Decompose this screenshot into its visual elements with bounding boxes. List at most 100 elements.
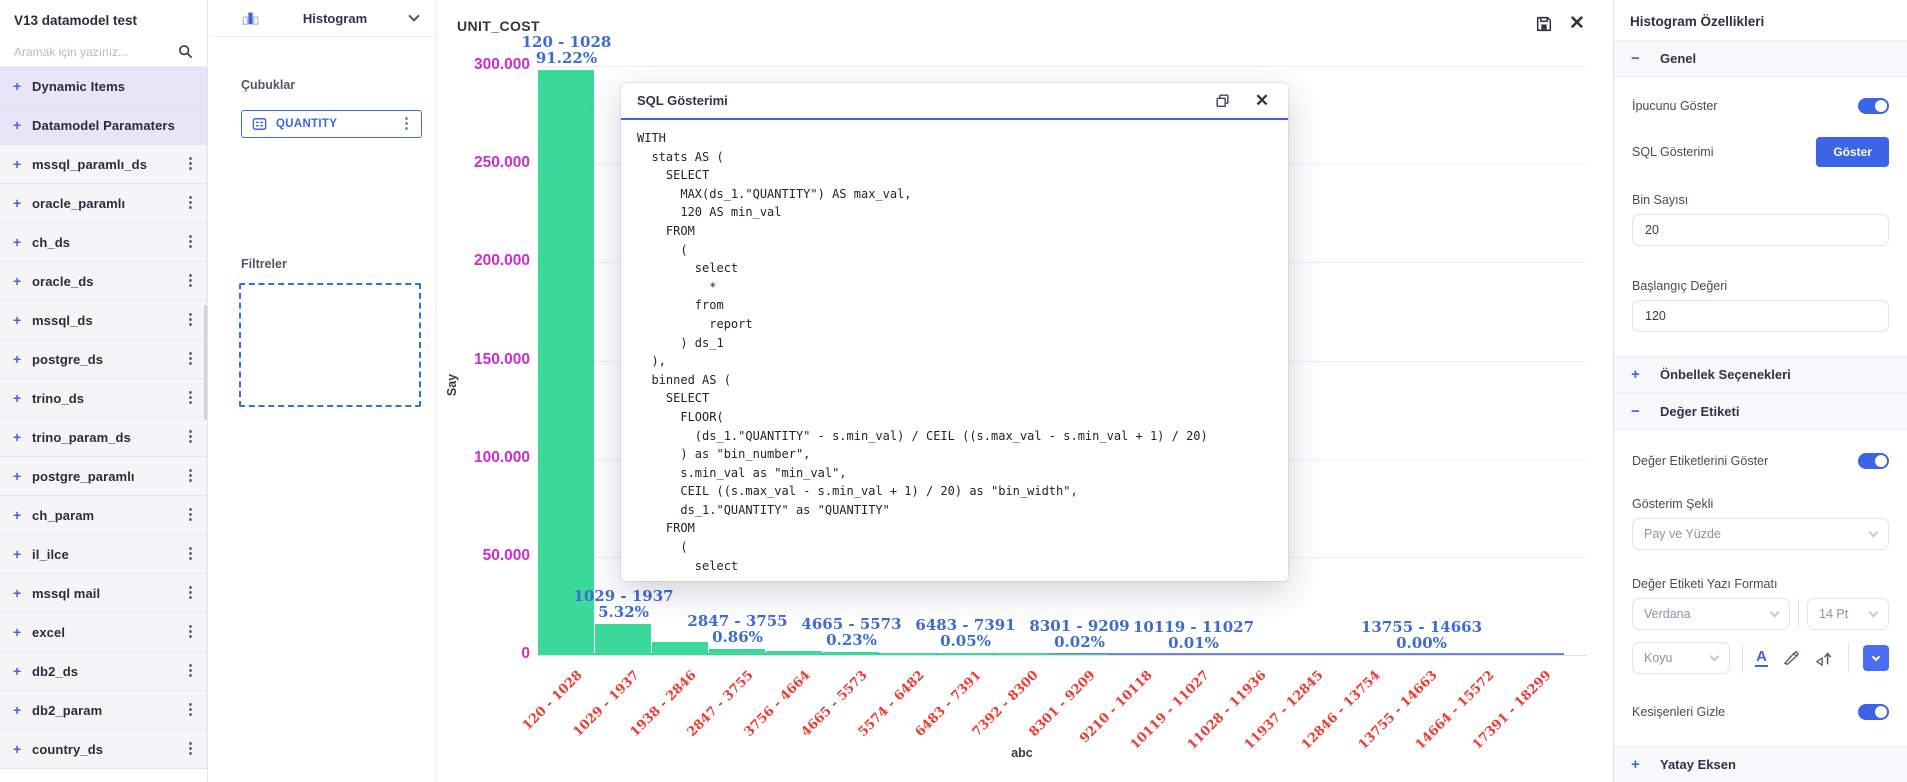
section-deger-etiketi[interactable]: − Değer Etiketi [1614, 393, 1907, 430]
kebab-menu-icon[interactable]: ⋮ [183, 156, 198, 171]
kebab-menu-icon[interactable]: ⋮ [183, 195, 198, 210]
expand-plus-icon[interactable]: + [13, 468, 32, 484]
sql-preview-modal: SQL Gösterimi ✕ WITH stats AS ( SELECT M… [621, 83, 1288, 581]
chart-type-dropdown[interactable]: Histogram [209, 0, 436, 37]
kebab-menu-icon[interactable]: ⋮ [183, 273, 198, 288]
sidebar-item[interactable]: + mssql_ds ⋮ [0, 301, 207, 340]
expand-plus-icon[interactable]: + [13, 273, 32, 289]
field-chip-menu-icon[interactable]: ⋮ [399, 116, 414, 131]
start-value-label: Başlangıç Değeri [1632, 279, 1728, 293]
font-size-select[interactable]: 14 Pt [1807, 598, 1889, 630]
expand-plus-icon[interactable]: + [13, 663, 32, 679]
sidebar-item[interactable]: + excel ⋮ [0, 613, 207, 652]
kebab-menu-icon[interactable]: ⋮ [183, 624, 198, 639]
section-onbellek[interactable]: + Önbellek Seçenekleri [1614, 356, 1907, 393]
search-input[interactable] [14, 44, 178, 59]
text-rotate-icon[interactable] [1814, 649, 1834, 667]
kebab-menu-icon[interactable]: ⋮ [183, 702, 198, 717]
sidebar-item[interactable]: + il_ilce ⋮ [0, 535, 207, 574]
expand-plus-icon[interactable]: + [13, 234, 32, 250]
sidebar-scrollbar[interactable] [204, 305, 207, 420]
bin-count-input[interactable] [1632, 214, 1889, 246]
histogram-bar[interactable] [994, 653, 1050, 655]
expand-plus-icon[interactable]: + [13, 624, 32, 640]
histogram-bar[interactable] [766, 651, 822, 655]
sidebar-item[interactable]: + trino_ds ⋮ [0, 379, 207, 418]
label-color-picker[interactable] [1863, 645, 1889, 671]
font-color-icon[interactable]: A [1755, 649, 1768, 667]
kebab-menu-icon[interactable]: ⋮ [183, 234, 198, 249]
field-chip-quantity[interactable]: QUANTITY ⋮ [241, 110, 422, 138]
display-mode-select[interactable]: Pay ve Yüzde [1632, 518, 1889, 550]
hide-overlaps-toggle[interactable] [1858, 704, 1889, 720]
show-sql-button[interactable]: Göster [1816, 137, 1889, 167]
close-chart-icon[interactable]: ✕ [1567, 14, 1587, 34]
label-font-format-label: Değer Etiketi Yazı Formatı [1632, 577, 1778, 591]
histogram-bar[interactable] [538, 70, 594, 655]
expand-plus-icon[interactable]: + [13, 429, 32, 445]
font-weight-select[interactable]: Koyu [1632, 642, 1731, 674]
sidebar-item[interactable]: + mssql_paramlı_ds ⋮ [0, 145, 207, 184]
kebab-menu-icon[interactable]: ⋮ [183, 741, 198, 756]
histogram-bar[interactable] [823, 652, 879, 655]
kebab-menu-icon[interactable]: ⋮ [183, 663, 198, 678]
tooltip-toggle[interactable] [1858, 98, 1889, 114]
kebab-menu-icon[interactable]: ⋮ [183, 429, 198, 444]
expand-plus-icon[interactable]: + [13, 585, 32, 601]
sidebar-item[interactable]: + postgre_paramlı ⋮ [0, 457, 207, 496]
sidebar-item[interactable]: + oracle_paramlı ⋮ [0, 184, 207, 223]
sidebar-search [0, 37, 207, 67]
expand-plus-icon[interactable]: + [13, 702, 32, 718]
sidebar-item[interactable]: + country_ds ⋮ [0, 730, 207, 769]
sidebar-item[interactable]: + ch_ds ⋮ [0, 223, 207, 262]
pen-icon[interactable] [1782, 649, 1800, 667]
kebab-menu-icon[interactable]: ⋮ [183, 468, 198, 483]
sidebar-item-label: mssql_paramlı_ds [32, 156, 148, 172]
sidebar-item[interactable]: + oracle_ds ⋮ [0, 262, 207, 301]
histogram-bar[interactable] [709, 649, 765, 655]
expand-plus-icon[interactable]: + [13, 741, 32, 757]
expand-plus-icon[interactable]: + [13, 78, 32, 94]
sidebar-item[interactable]: + db2_param ⋮ [0, 691, 207, 730]
field-chip-label: QUANTITY [276, 118, 338, 130]
expand-plus-icon[interactable]: + [13, 507, 32, 523]
expand-plus-icon[interactable]: + [13, 546, 32, 562]
expand-plus-icon[interactable]: + [13, 156, 32, 172]
histogram-bar[interactable] [1051, 654, 1107, 655]
sidebar-item[interactable]: + postgre_ds ⋮ [0, 340, 207, 379]
histogram-bar[interactable] [880, 653, 936, 655]
app-window: V13 datamodel test +Dynamic Items+Datamo… [0, 0, 1907, 782]
font-family-select[interactable]: Verdana [1632, 598, 1790, 630]
start-value-input[interactable] [1632, 300, 1889, 332]
kebab-menu-icon[interactable]: ⋮ [183, 312, 198, 327]
close-modal-icon[interactable]: ✕ [1252, 91, 1272, 111]
expand-plus-icon[interactable]: + [13, 390, 32, 406]
sidebar-item[interactable]: + db2_ds ⋮ [0, 652, 207, 691]
kebab-menu-icon[interactable]: ⋮ [183, 585, 198, 600]
kebab-menu-icon[interactable]: ⋮ [183, 507, 198, 522]
expand-plus-icon[interactable]: + [13, 312, 32, 328]
sidebar-item[interactable]: + trino_param_ds ⋮ [0, 418, 207, 457]
kebab-menu-icon[interactable]: ⋮ [183, 351, 198, 366]
expand-plus-icon[interactable]: + [13, 351, 32, 367]
copy-icon[interactable] [1213, 91, 1233, 111]
y-axis-tick-label: 200.000 [474, 252, 531, 270]
sidebar-item[interactable]: + Dynamic Items [0, 67, 207, 106]
histogram-bar[interactable] [937, 653, 993, 655]
datamodel-title: V13 datamodel test [14, 13, 138, 28]
chart-title: UNIT_COST [457, 18, 540, 34]
filter-drop-zone[interactable] [239, 283, 421, 407]
sidebar-item[interactable]: + mssql mail ⋮ [0, 574, 207, 613]
sidebar-item[interactable]: + ch_param ⋮ [0, 496, 207, 535]
sidebar-item[interactable]: + Datamodel Paramaters [0, 106, 207, 145]
sql-code-area[interactable]: WITH stats AS ( SELECT MAX(ds_1."QUANTIT… [621, 120, 1288, 577]
kebab-menu-icon[interactable]: ⋮ [183, 390, 198, 405]
histogram-bar[interactable] [595, 624, 651, 655]
expand-plus-icon[interactable]: + [13, 195, 32, 211]
section-yatay-eksen[interactable]: + Yatay Eksen [1614, 746, 1907, 782]
value-labels-toggle[interactable] [1858, 453, 1889, 469]
save-chart-icon[interactable] [1534, 14, 1554, 34]
section-genel[interactable]: − Genel [1614, 40, 1907, 77]
kebab-menu-icon[interactable]: ⋮ [183, 546, 198, 561]
expand-plus-icon[interactable]: + [13, 117, 32, 133]
